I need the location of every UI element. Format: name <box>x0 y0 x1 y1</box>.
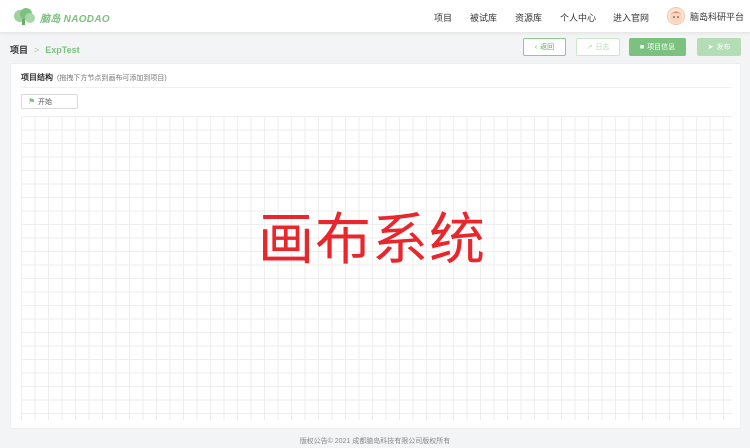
avatar[interactable] <box>667 7 685 25</box>
back-button[interactable]: ‹ 返回 <box>523 38 566 56</box>
panel-header: 项目结构 (拖拽下方节点到画布可添加到项目) <box>21 72 167 83</box>
paper-plane-icon: ➤ <box>707 44 714 51</box>
top-navbar: 脑岛 NAODAO 项目 被试库 资源库 个人中心 进入官网 脑岛科研平台 <box>0 0 750 33</box>
divider <box>21 87 732 88</box>
log-button[interactable]: ↗ 日志 <box>576 38 620 56</box>
start-node[interactable]: ⚑ 开始 <box>21 94 78 109</box>
user-name: 脑岛科研平台 <box>690 11 745 22</box>
share-arrow-icon: ↗ <box>586 44 593 51</box>
user-menu[interactable]: 脑岛科研平台 <box>667 7 744 25</box>
brain-island-logo-icon <box>14 8 35 25</box>
breadcrumb-separator-icon: > <box>34 44 40 55</box>
nav-item-resources[interactable]: 资源库 <box>515 11 542 24</box>
canvas-system-overlay: 画布系统 <box>258 208 486 273</box>
breadcrumb: 项目 > ExpTest <box>10 43 80 56</box>
log-button-label: 日志 <box>595 44 610 51</box>
panel-hint: (拖拽下方节点到画布可添加到项目) <box>57 75 167 82</box>
square-icon: ■ <box>639 43 645 51</box>
nav-item-subjects[interactable]: 被试库 <box>470 11 497 24</box>
nav-item-projects[interactable]: 项目 <box>434 11 452 24</box>
project-info-button[interactable]: ■ 项目信息 <box>629 38 686 56</box>
nav-item-profile[interactable]: 个人中心 <box>560 11 596 24</box>
logo[interactable]: 脑岛 NAODAO <box>12 7 110 27</box>
project-info-button-label: 项目信息 <box>647 44 676 51</box>
start-node-label: 开始 <box>38 98 52 106</box>
breadcrumb-current: ExpTest <box>45 44 80 55</box>
publish-button[interactable]: ➤ 发布 <box>697 38 741 56</box>
flag-icon: ⚑ <box>28 97 36 106</box>
nav-item-official-site[interactable]: 进入官网 <box>613 11 649 24</box>
back-button-label: 返回 <box>540 44 555 51</box>
chevron-left-icon: ‹ <box>534 43 538 51</box>
publish-button-label: 发布 <box>716 44 731 51</box>
panel-title: 项目结构 <box>21 73 53 82</box>
breadcrumb-root[interactable]: 项目 <box>10 43 28 56</box>
brand-name: 脑岛 NAODAO <box>40 13 110 25</box>
avatar-face-icon <box>670 11 682 23</box>
footer-copyright: 版权公告© 2021 成都脑岛科技有限公司版权所有 <box>299 438 451 445</box>
